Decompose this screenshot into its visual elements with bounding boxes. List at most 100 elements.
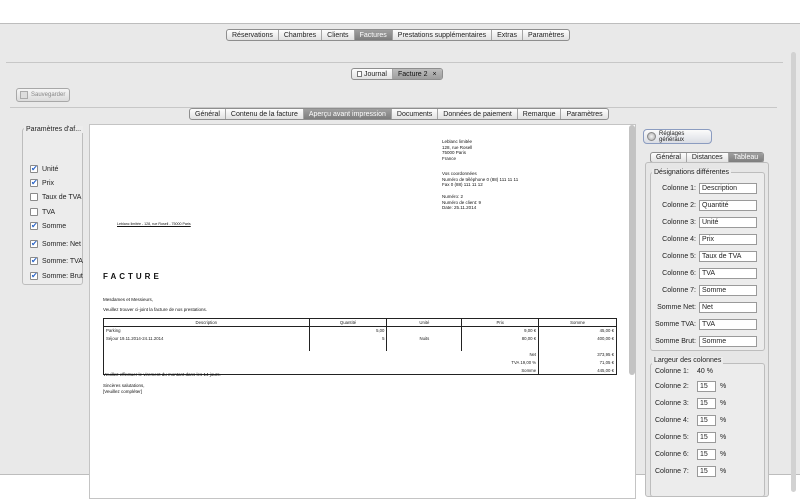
width-unit: % xyxy=(720,400,727,407)
width-input[interactable]: 15 xyxy=(697,466,716,477)
option-somme[interactable]: Somme xyxy=(30,221,66,230)
column-header: Somme xyxy=(538,318,617,327)
preview-scrollbar[interactable] xyxy=(629,125,635,375)
option-label: Unité xyxy=(42,165,59,173)
table-cell: 9,00 € xyxy=(461,326,540,335)
tab-aperçu-avant-impression[interactable]: Aperçu avant impression xyxy=(303,109,392,119)
sender-line: Leblanc limitée - 128, rue Rosell - 7500… xyxy=(117,222,191,226)
designation-input[interactable]: Prix xyxy=(699,234,757,245)
column-width-row: Colonne 5: 15% xyxy=(655,432,726,443)
placeholder-text: [Veuillez compléter] xyxy=(103,389,143,394)
option-prix[interactable]: Prix xyxy=(30,178,54,187)
table-cell: 45,00 € xyxy=(538,326,617,335)
designation-row: Colonne 3: Unité xyxy=(652,217,757,228)
save-icon xyxy=(20,91,28,99)
print-preview: Leblanc limitée 128, rue Rosell 75000 Pa… xyxy=(89,124,636,499)
width-label: Colonne 1: xyxy=(655,368,689,375)
designation-label: Colonne 5: xyxy=(662,253,696,260)
column-widths-title: Largeur des colonnes xyxy=(652,357,724,364)
width-input[interactable]: 15 xyxy=(697,415,716,426)
total-value: 445,00 € xyxy=(538,366,617,375)
table-header-row: Description Quantité Unité Prix Somme xyxy=(103,318,617,327)
close-icon[interactable]: × xyxy=(433,71,437,78)
tab-clients[interactable]: Clients xyxy=(322,30,355,40)
checkbox[interactable] xyxy=(30,256,38,265)
main-navigation: Réservations Chambres Clients Factures Prest… xyxy=(226,29,571,41)
designation-input[interactable]: Quantité xyxy=(699,200,757,211)
checkbox[interactable] xyxy=(30,221,38,230)
tab-paramètres[interactable]: Paramètres xyxy=(561,109,607,119)
tab-paramètres[interactable]: Paramètres xyxy=(523,30,569,40)
total-value: 71,05 € xyxy=(538,358,617,367)
designation-input[interactable]: Net xyxy=(699,302,757,313)
window-scrollbar[interactable] xyxy=(790,52,797,492)
column-1-width: Colonne 1: 40 % xyxy=(655,368,713,375)
tab-données-de-paiement[interactable]: Données de paiement xyxy=(438,109,518,119)
tab-documents[interactable]: Documents xyxy=(392,109,439,119)
width-label: Colonne 3: xyxy=(655,400,689,407)
width-input[interactable]: 15 xyxy=(697,381,716,392)
option-somme-tva[interactable]: Somme: TVA xyxy=(30,256,83,265)
invoice-heading: FACTURE xyxy=(103,272,162,281)
designation-input[interactable]: Somme xyxy=(699,285,757,296)
tab-remarque[interactable]: Remarque xyxy=(518,109,562,119)
designation-input[interactable]: Somme xyxy=(699,336,757,347)
payment-text: Veuillez effectuer le virement du montan… xyxy=(103,372,221,377)
checkbox[interactable] xyxy=(30,208,38,216)
tab-facture-2-label: Facture 2 xyxy=(397,70,428,78)
column-header: Quantité xyxy=(308,318,388,327)
tab-journal-label: Journal xyxy=(364,70,387,78)
tab-général[interactable]: Général xyxy=(190,109,226,119)
width-input[interactable]: 15 xyxy=(697,432,716,443)
width-unit: % xyxy=(720,417,727,424)
tab-extras[interactable]: Extras xyxy=(492,30,523,40)
tab-contenu-de-la-facture[interactable]: Contenu de la facture xyxy=(226,109,304,119)
option-somme-net[interactable]: Somme: Net xyxy=(30,239,81,248)
table-cell xyxy=(386,326,463,335)
table-cell: 5 xyxy=(308,334,388,343)
tab-journal[interactable]: Journal xyxy=(352,69,393,79)
width-input[interactable]: 15 xyxy=(697,449,716,460)
designation-label: Colonne 6: xyxy=(662,270,696,277)
tab-distances[interactable]: Distances xyxy=(687,153,729,162)
width-unit: % xyxy=(720,451,727,458)
designation-row: Colonne 5: Taux de TVA xyxy=(652,251,757,262)
column-width-row: Colonne 4: 15% xyxy=(655,415,726,426)
option-unité[interactable]: Unité xyxy=(30,164,59,173)
checkbox[interactable] xyxy=(30,164,38,173)
checkbox[interactable] xyxy=(30,239,38,248)
total-row: TVA 19,00 % 71,05 € xyxy=(102,358,617,367)
option-label: TVA xyxy=(42,208,56,216)
save-button[interactable]: Sauvegarder xyxy=(16,88,70,102)
tab-facture-2[interactable]: Facture 2 × xyxy=(392,69,442,79)
intro-text: Veuillez trouver ci-joint la facture de … xyxy=(103,307,208,312)
general-settings-label: Réglages généraux xyxy=(659,130,685,143)
option-taux-de-tva[interactable]: Taux de TVA xyxy=(30,193,81,201)
table-row xyxy=(103,342,617,351)
designation-input[interactable]: Unité xyxy=(699,217,757,228)
designation-input[interactable]: Taux de TVA xyxy=(699,251,757,262)
tab-prestations-supplémentaires[interactable]: Prestations supplémentaires xyxy=(393,30,493,40)
designation-input[interactable]: Description xyxy=(699,183,757,194)
general-settings-button[interactable]: Réglages généraux xyxy=(643,129,712,144)
tab-factures[interactable]: Factures xyxy=(354,30,393,40)
designation-input[interactable]: TVA xyxy=(699,268,757,279)
option-somme-brut[interactable]: Somme: Brut xyxy=(30,271,83,280)
designation-label: Colonne 4: xyxy=(662,236,696,243)
width-label: Colonne 5: xyxy=(655,434,689,441)
checkbox[interactable] xyxy=(30,193,38,201)
tab-chambres[interactable]: Chambres xyxy=(279,30,323,40)
width-input[interactable]: 15 xyxy=(697,398,716,409)
tab-réservations[interactable]: Réservations xyxy=(227,30,279,40)
checkbox[interactable] xyxy=(30,271,38,280)
width-value: 40 % xyxy=(697,368,713,375)
tab-tableau[interactable]: Tableau xyxy=(728,153,764,162)
designation-label: Colonne 1: xyxy=(662,185,696,192)
option-tva[interactable]: TVA xyxy=(30,208,55,216)
width-unit: % xyxy=(720,468,727,475)
designation-input[interactable]: TVA xyxy=(699,319,757,330)
contact-info: Vos coordonnées Numéro de téléphone 0 (8… xyxy=(442,171,518,188)
column-width-row: Colonne 3: 15% xyxy=(655,398,726,409)
checkbox[interactable] xyxy=(30,178,38,187)
tab-général[interactable]: Général xyxy=(651,153,687,162)
